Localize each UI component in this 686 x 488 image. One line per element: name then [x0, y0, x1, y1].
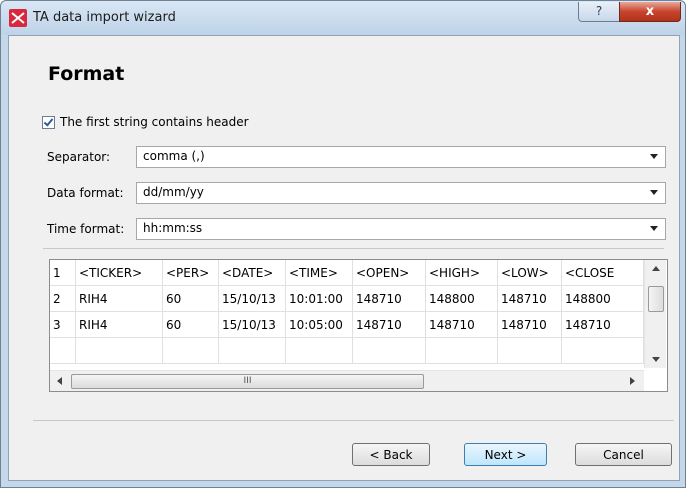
- table-cell: 10:01:00: [286, 286, 353, 312]
- page-title: Format: [48, 63, 125, 85]
- table-cell: 148710: [353, 312, 426, 338]
- table-cell: <HIGH>: [426, 260, 498, 286]
- chevron-down-icon: [650, 226, 658, 231]
- table-cell: <TICKER>: [76, 260, 163, 286]
- divider: [43, 248, 664, 249]
- table-cell: [163, 338, 219, 364]
- table-cell: 15/10/13: [219, 286, 286, 312]
- table-cell: <LOW>: [498, 260, 562, 286]
- table-cell: 148710: [426, 312, 498, 338]
- time-format-label: Time format:: [47, 222, 125, 236]
- separator-label: Separator:: [47, 150, 111, 164]
- cancel-button[interactable]: Cancel: [575, 443, 672, 466]
- table-cell: <CLOSE: [562, 260, 644, 286]
- table-cell: 148710: [498, 286, 562, 312]
- table-cell: 148710: [562, 312, 644, 338]
- table-cell: [50, 338, 76, 364]
- table-cell: [353, 338, 426, 364]
- app-logo-icon: [9, 9, 27, 27]
- separator-value: comma (,): [143, 149, 205, 163]
- scroll-right-icon[interactable]: [630, 377, 635, 385]
- wizard-page: Format The first string contains header …: [8, 35, 680, 481]
- table-cell: [498, 338, 562, 364]
- back-button[interactable]: < Back: [352, 443, 430, 466]
- vertical-scroll-thumb[interactable]: [648, 286, 664, 312]
- next-button[interactable]: Next >: [464, 443, 547, 466]
- table-cell: 1: [50, 260, 76, 286]
- table-cell: RIH4: [76, 286, 163, 312]
- vertical-scrollbar[interactable]: [644, 260, 666, 368]
- divider: [33, 420, 674, 421]
- table-cell: 148800: [562, 286, 644, 312]
- table-cell: 148710: [498, 312, 562, 338]
- table-cell: [219, 338, 286, 364]
- header-checkbox[interactable]: [42, 116, 55, 129]
- table-cell: <TIME>: [286, 260, 353, 286]
- table-cell: 15/10/13: [219, 312, 286, 338]
- table-cell: 10:05:00: [286, 312, 353, 338]
- wizard-window: TA data import wizard ? x Format The fir…: [0, 0, 686, 488]
- table-cell: 3: [50, 312, 76, 338]
- separator-select[interactable]: comma (,): [136, 146, 666, 168]
- horizontal-scrollbar[interactable]: III: [50, 370, 644, 391]
- scroll-down-icon[interactable]: [652, 357, 660, 362]
- window-title: TA data import wizard: [33, 10, 176, 25]
- table-cell: <PER>: [163, 260, 219, 286]
- table-cell: [76, 338, 163, 364]
- scroll-left-icon[interactable]: [57, 377, 62, 385]
- table-cell: 60: [163, 286, 219, 312]
- scroll-up-icon[interactable]: [652, 266, 660, 271]
- chevron-down-icon: [650, 154, 658, 159]
- table-cell: 148710: [353, 286, 426, 312]
- table-cell: [426, 338, 498, 364]
- data-format-select[interactable]: dd/mm/yy: [136, 182, 666, 204]
- help-button[interactable]: ?: [578, 2, 620, 22]
- table-cell: [562, 338, 644, 364]
- table-cell: 148800: [426, 286, 498, 312]
- header-checkbox-label[interactable]: The first string contains header: [60, 115, 249, 129]
- table-cell: RIH4: [76, 312, 163, 338]
- data-format-label: Data format:: [47, 186, 124, 200]
- table-cell: 60: [163, 312, 219, 338]
- table-cell: <OPEN>: [353, 260, 426, 286]
- close-button[interactable]: x: [619, 2, 681, 22]
- time-format-value: hh:mm:ss: [143, 221, 203, 235]
- time-format-select[interactable]: hh:mm:ss: [136, 218, 666, 240]
- table-cell: [286, 338, 353, 364]
- data-format-value: dd/mm/yy: [143, 185, 204, 199]
- table-cell: <DATE>: [219, 260, 286, 286]
- title-bar[interactable]: TA data import wizard ? x: [1, 1, 685, 35]
- horizontal-scroll-thumb[interactable]: III: [71, 374, 424, 389]
- table-cell: 2: [50, 286, 76, 312]
- chevron-down-icon: [650, 190, 658, 195]
- preview-table[interactable]: 1 <TICKER> <PER> <DATE> <TIME> <OPEN> <H…: [49, 259, 668, 392]
